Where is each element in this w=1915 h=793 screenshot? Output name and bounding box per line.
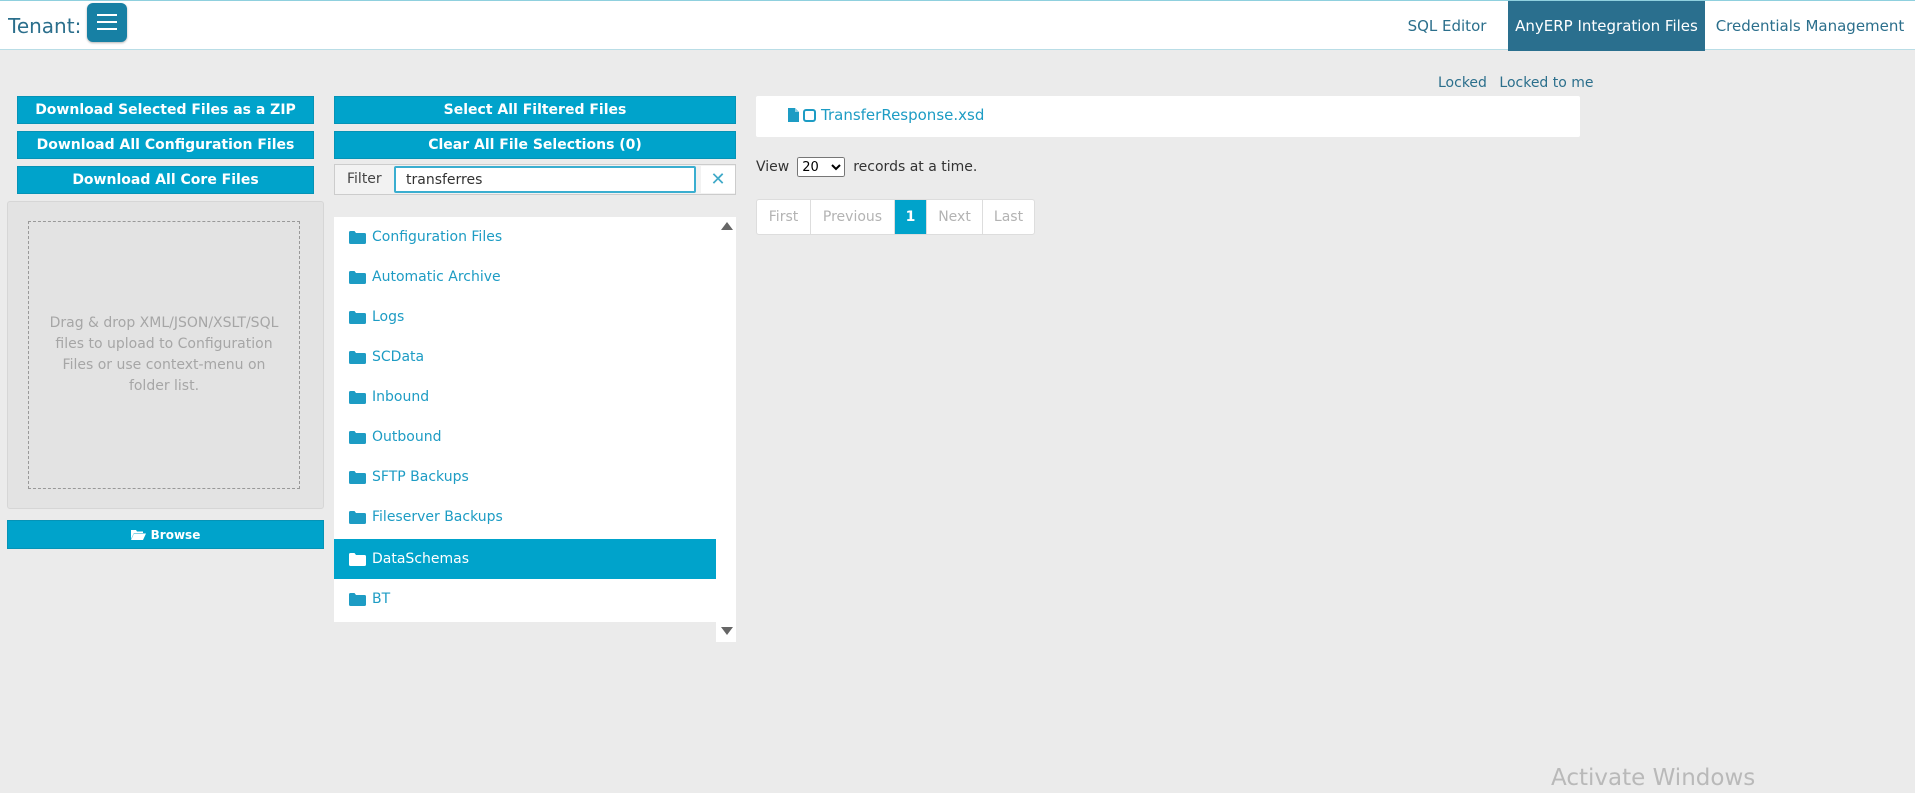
folder-outbound[interactable]: Outbound [334, 417, 716, 457]
download-core-files-button[interactable]: Download All Core Files [17, 166, 314, 194]
filter-input[interactable] [394, 166, 696, 193]
menu-line [97, 28, 117, 30]
select-all-filtered-button[interactable]: Select All Filtered Files [334, 96, 736, 124]
folder-list: Configuration Files Automatic Archive Lo… [334, 217, 736, 622]
folder-open-icon [130, 530, 146, 540]
view-prefix-label: View [756, 159, 790, 175]
folder-icon [349, 470, 366, 484]
scroll-up-arrow-icon[interactable] [721, 222, 733, 230]
locked-to-me-link[interactable]: Locked to me [1499, 75, 1593, 91]
folder-label: Automatic Archive [372, 269, 501, 285]
folder-label: SCData [372, 349, 425, 365]
folder-icon [349, 270, 366, 284]
scroll-down-arrow-icon[interactable] [721, 627, 733, 635]
folder-label: DataSchemas [372, 551, 470, 567]
folder-icon [349, 390, 366, 404]
download-selected-zip-button[interactable]: Download Selected Files as a ZIP [17, 96, 314, 124]
folder-label: Configuration Files [372, 229, 503, 245]
filter-bar: Filter ✕ [334, 164, 736, 195]
file-icon [788, 108, 799, 122]
view-suffix-label: records at a time. [853, 159, 978, 175]
page-size-select[interactable]: 20 [797, 157, 846, 177]
pager-last[interactable]: Last [983, 200, 1034, 234]
pagination: First Previous 1 Next Last [756, 199, 1035, 235]
folder-icon [349, 230, 366, 244]
tenant-label: Tenant: r [8, 14, 90, 38]
top-bar: Tenant: r SQL Editor AnyERP Integration … [0, 0, 1915, 51]
folder-bt[interactable]: BT [334, 579, 716, 619]
folder-fileserver-backups[interactable]: Fileserver Backups [334, 497, 716, 537]
dropzone-text: Drag & drop XML/JSON/XSLT/SQL files to u… [49, 315, 279, 394]
nav-anyerp-integration-files[interactable]: AnyERP Integration Files [1508, 1, 1705, 51]
download-config-files-button[interactable]: Download All Configuration Files [17, 131, 314, 159]
folder-label: Outbound [372, 429, 442, 445]
folder-label: SFTP Backups [372, 469, 469, 485]
menu-line [97, 21, 117, 23]
page-size-row: View 20 records at a time. [756, 157, 977, 177]
folder-label: BT [372, 591, 391, 607]
folder-label: Fileserver Backups [372, 509, 503, 525]
folder-icon [349, 592, 366, 606]
file-list-panel: TransferResponse.xsd [756, 96, 1580, 137]
file-dropzone[interactable]: Drag & drop XML/JSON/XSLT/SQL files to u… [28, 221, 300, 489]
browse-button[interactable]: Browse [7, 520, 324, 549]
folder-sftp-backups[interactable]: SFTP Backups [334, 457, 716, 497]
filter-label: Filter [347, 171, 382, 187]
folder-scdata[interactable]: SCData [334, 337, 716, 377]
file-name: TransferResponse.xsd [821, 106, 985, 124]
folder-icon [349, 430, 366, 444]
clear-file-selections-button[interactable]: Clear All File Selections (0) [334, 131, 736, 159]
nav-sql-editor[interactable]: SQL Editor [1398, 1, 1496, 51]
pager-next[interactable]: Next [927, 200, 983, 234]
pager-previous[interactable]: Previous [811, 200, 895, 234]
pager-current-page[interactable]: 1 [895, 200, 927, 234]
windows-activation-watermark: Activate Windows [1551, 765, 1756, 791]
folder-icon [349, 350, 366, 364]
main-nav: SQL Editor AnyERP Integration Files Cred… [1398, 1, 1915, 51]
browse-label: Browse [150, 527, 201, 542]
folder-logs[interactable]: Logs [334, 297, 716, 337]
lock-filters: Locked Locked to me [1430, 75, 1594, 91]
clear-filter-icon[interactable]: ✕ [701, 166, 735, 193]
folder-icon [349, 552, 366, 566]
locked-link[interactable]: Locked [1438, 75, 1487, 91]
file-item[interactable]: TransferResponse.xsd [788, 106, 984, 124]
menu-line [97, 14, 117, 16]
folder-inbound[interactable]: Inbound [334, 377, 716, 417]
folder-automatic-archive[interactable]: Automatic Archive [334, 257, 716, 297]
folder-configuration-files[interactable]: Configuration Files [334, 217, 716, 257]
hamburger-menu-button[interactable] [87, 3, 127, 42]
nav-credentials-management[interactable]: Credentials Management [1705, 1, 1915, 51]
file-checkbox[interactable] [803, 108, 816, 122]
folder-label: Logs [372, 309, 405, 325]
folder-icon [349, 510, 366, 524]
folder-label: Inbound [372, 389, 430, 405]
folder-icon [349, 310, 366, 324]
folder-dataschemas[interactable]: DataSchemas [334, 539, 716, 579]
folder-list-scrollbar[interactable] [716, 217, 736, 642]
pager-first[interactable]: First [757, 200, 811, 234]
